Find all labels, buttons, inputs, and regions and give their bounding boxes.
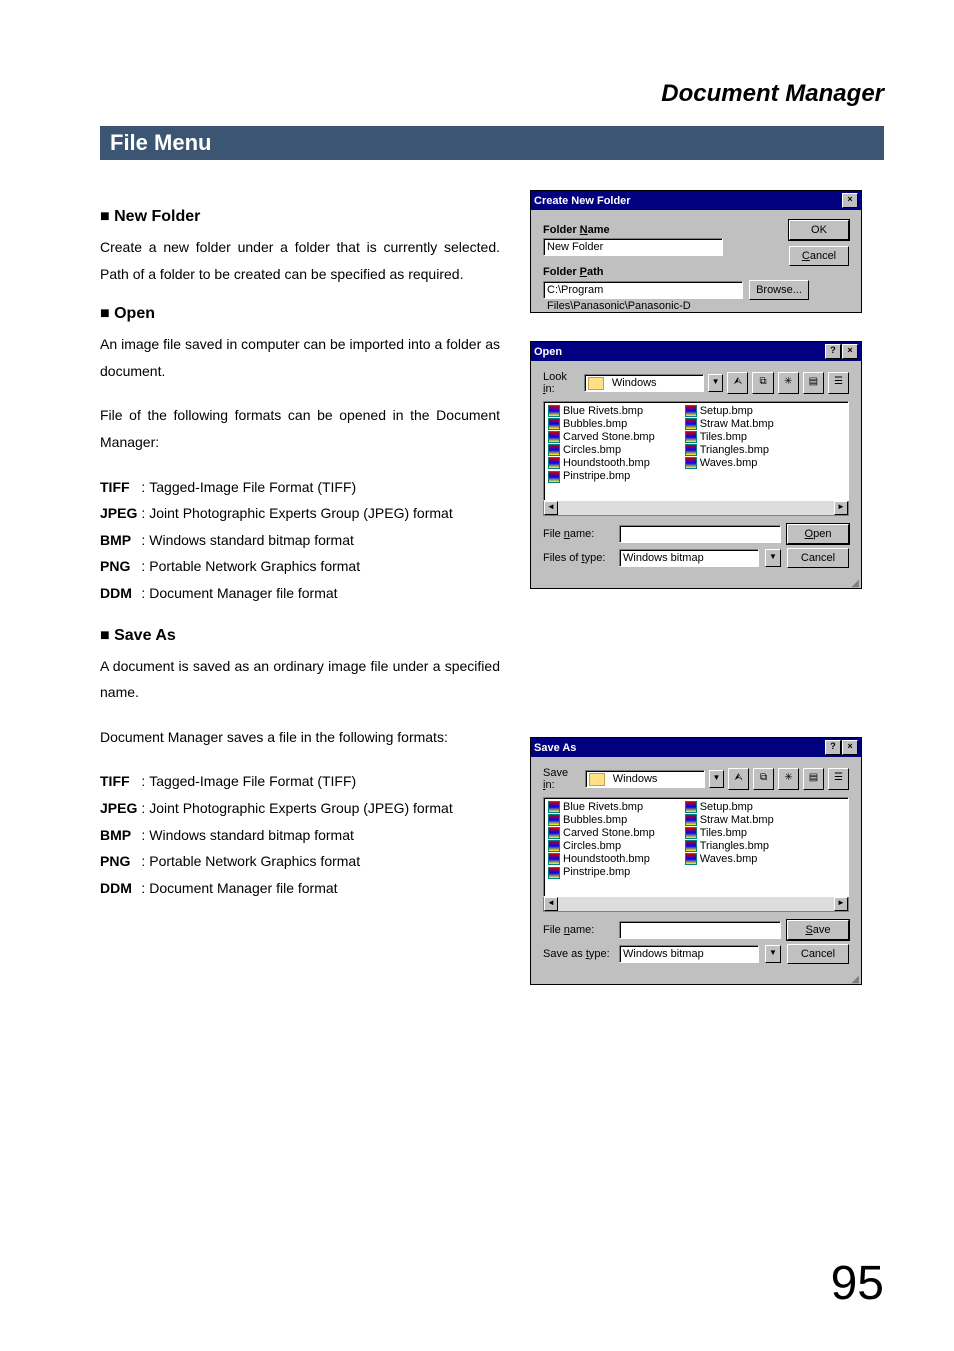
dialog-create-new-folder: Create New Folder × OK Cancel Folder Nam… [530, 190, 862, 313]
file-list[interactable]: Blue Rivets.bmp Bubbles.bmp Carved Stone… [543, 797, 849, 897]
dialog-open: Open ? × Look in: Windows ▼ ⮙ ⧉ ✳ ▤ [530, 341, 862, 589]
look-in-select[interactable]: Windows [584, 374, 704, 392]
save-as-type-select[interactable]: Windows bitmap [619, 945, 759, 963]
label-file-name: File name: [543, 924, 613, 936]
list-item[interactable]: Houndstooth.bmp [548, 457, 655, 469]
list-item[interactable]: Waves.bmp [685, 457, 774, 469]
files-of-type-select[interactable]: Windows bitmap [619, 549, 759, 567]
subheading-open: Open [100, 305, 500, 323]
help-icon[interactable]: ? [825, 344, 841, 359]
desktop-icon[interactable]: ⧉ [753, 768, 774, 790]
label-save-in: Save in: [543, 767, 581, 791]
label-files-of-type: Files of type: [543, 552, 613, 564]
new-folder-icon[interactable]: ✳ [778, 768, 799, 790]
list-view-icon[interactable]: ▤ [803, 372, 824, 394]
folder-name-input[interactable]: New Folder [543, 238, 723, 256]
scroll-left-icon[interactable]: ◄ [544, 501, 558, 515]
label-look-in: Look in: [543, 371, 580, 395]
dialog-title: Save As [534, 742, 824, 754]
formats-table-open: TIFF:Tagged-Image File Format (TIFF) JPE… [100, 474, 457, 607]
up-one-level-icon[interactable]: ⮙ [727, 372, 748, 394]
list-item[interactable]: Bubbles.bmp [548, 814, 655, 826]
close-icon[interactable]: × [842, 740, 858, 755]
list-item[interactable]: Setup.bmp [685, 801, 774, 813]
open-button[interactable]: Open [787, 524, 849, 544]
list-item[interactable]: Carved Stone.bmp [548, 431, 655, 443]
list-item[interactable]: Carved Stone.bmp [548, 827, 655, 839]
help-icon[interactable]: ? [825, 740, 841, 755]
chevron-down-icon[interactable]: ▼ [708, 374, 723, 392]
horizontal-scrollbar[interactable]: ◄ ► [543, 501, 849, 516]
label-file-name: File name: [543, 528, 613, 540]
scroll-right-icon[interactable]: ► [834, 501, 848, 515]
list-item[interactable]: Waves.bmp [685, 853, 774, 865]
cancel-button[interactable]: Cancel [787, 944, 849, 964]
chevron-down-icon[interactable]: ▼ [765, 945, 781, 963]
cancel-button[interactable]: Cancel [787, 548, 849, 568]
label-save-as-type: Save as type: [543, 948, 613, 960]
save-in-select[interactable]: Windows [585, 770, 705, 788]
details-view-icon[interactable]: ☰ [828, 768, 849, 790]
save-button[interactable]: Save [787, 920, 849, 940]
list-item[interactable]: Blue Rivets.bmp [548, 405, 655, 417]
scroll-right-icon[interactable]: ► [834, 897, 848, 911]
list-item[interactable]: Tiles.bmp [685, 431, 774, 443]
text-saveas-1: A document is saved as an ordinary image… [100, 653, 500, 706]
label-folder-path: Folder Path [543, 266, 849, 278]
dialog-title: Open [534, 346, 824, 358]
chevron-down-icon[interactable]: ▼ [765, 549, 781, 567]
list-item[interactable]: Setup.bmp [685, 405, 774, 417]
dialog-title: Create New Folder [534, 195, 841, 207]
list-item[interactable]: Blue Rivets.bmp [548, 801, 655, 813]
close-icon[interactable]: × [842, 344, 858, 359]
page-number: 95 [831, 1256, 884, 1311]
horizontal-scrollbar[interactable]: ◄ ► [543, 897, 849, 912]
list-item[interactable]: Circles.bmp [548, 444, 655, 456]
text-saveas-2: Document Manager saves a file in the fol… [100, 724, 500, 751]
cancel-button[interactable]: Cancel [789, 246, 849, 266]
list-item[interactable]: Triangles.bmp [685, 444, 774, 456]
ok-button[interactable]: OK [789, 220, 849, 240]
list-item[interactable]: Pinstripe.bmp [548, 866, 655, 878]
text-new-folder: Create a new folder under a folder that … [100, 234, 500, 287]
list-item[interactable]: Circles.bmp [548, 840, 655, 852]
list-view-icon[interactable]: ▤ [803, 768, 824, 790]
details-view-icon[interactable]: ☰ [828, 372, 849, 394]
page-title: Document Manager [100, 80, 884, 108]
list-item[interactable]: Straw Mat.bmp [685, 418, 774, 430]
list-item[interactable]: Tiles.bmp [685, 827, 774, 839]
file-list[interactable]: Blue Rivets.bmp Bubbles.bmp Carved Stone… [543, 401, 849, 501]
list-item[interactable]: Houndstooth.bmp [548, 853, 655, 865]
up-one-level-icon[interactable]: ⮙ [728, 768, 749, 790]
chevron-down-icon[interactable]: ▼ [709, 770, 724, 788]
desktop-icon[interactable]: ⧉ [752, 372, 773, 394]
list-item[interactable]: Bubbles.bmp [548, 418, 655, 430]
text-open-1: An image file saved in computer can be i… [100, 331, 500, 384]
resize-grip-icon[interactable]: ◢ [531, 580, 861, 588]
formats-table-save: TIFF:Tagged-Image File Format (TIFF) JPE… [100, 768, 457, 901]
browse-button[interactable]: Browse... [749, 280, 809, 300]
scroll-left-icon[interactable]: ◄ [544, 897, 558, 911]
subheading-save-as: Save As [100, 627, 500, 645]
file-name-input[interactable] [619, 921, 781, 939]
text-open-2: File of the following formats can be ope… [100, 402, 500, 455]
list-item[interactable]: Triangles.bmp [685, 840, 774, 852]
new-folder-icon[interactable]: ✳ [778, 372, 799, 394]
resize-grip-icon[interactable]: ◢ [531, 976, 861, 984]
list-item[interactable]: Straw Mat.bmp [685, 814, 774, 826]
section-heading: File Menu [100, 126, 884, 160]
subheading-new-folder: New Folder [100, 208, 500, 226]
folder-path-input[interactable]: C:\Program Files\Panasonic\Panasonic-D [543, 281, 743, 299]
close-icon[interactable]: × [842, 193, 858, 208]
dialog-save-as: Save As ? × Save in: Windows ▼ ⮙ ⧉ ✳ ▤ [530, 737, 862, 985]
list-item[interactable]: Pinstripe.bmp [548, 470, 655, 482]
file-name-input[interactable] [619, 525, 781, 543]
